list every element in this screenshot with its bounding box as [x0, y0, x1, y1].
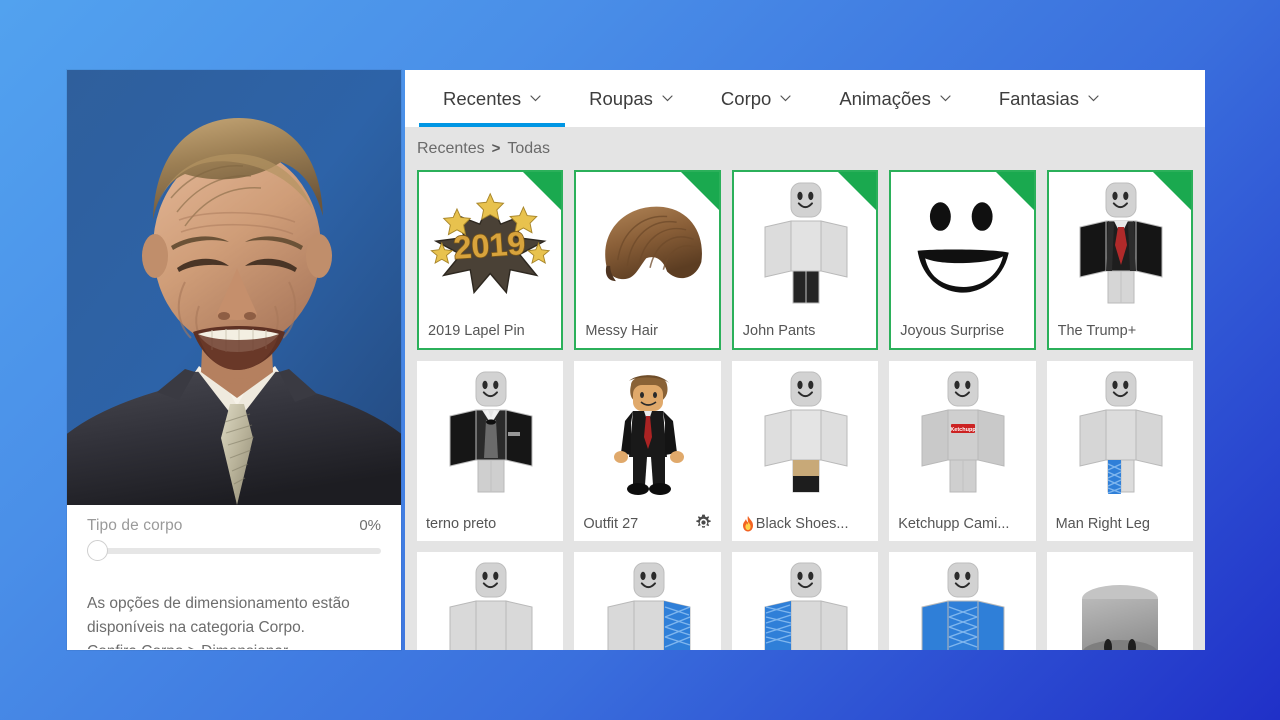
- scaling-note-line-1: As opções de dimensionamento estão: [87, 595, 350, 612]
- catalog-item-label: 2019 Lapel Pin: [428, 323, 525, 339]
- catalog-item-label: Ketchupp Cami...: [898, 516, 1010, 532]
- breadcrumb-root[interactable]: Recentes: [417, 140, 485, 158]
- tab-label: Corpo: [720, 87, 772, 109]
- catalog-item-label-row: Black Shoes...: [732, 507, 878, 541]
- equipped-corner-badge: [838, 172, 877, 210]
- breadcrumb: Recentes > Todas: [405, 127, 1205, 170]
- catalog-item-label-row: terno preto: [417, 507, 563, 541]
- blue-left-arm-thumbnail: [574, 552, 720, 650]
- catalog-item-label: Messy Hair: [585, 323, 658, 339]
- catalog-item-label-row: John Pants: [734, 314, 876, 348]
- breadcrumb-separator-icon: >: [491, 140, 501, 157]
- scaling-note: As opções de dimensionamento estão dispo…: [87, 592, 387, 649]
- svg-text:Ketchupp: Ketchupp: [951, 427, 977, 433]
- catalog-item-card[interactable]: John Pants: [731, 170, 879, 350]
- equipped-corner-badge: [523, 172, 562, 210]
- catalog-item-label: Man Right Leg: [1055, 516, 1150, 532]
- slider-thumb[interactable]: [87, 540, 108, 561]
- blue-torso-thumbnail: [889, 552, 1035, 650]
- tab-label: Fantasias: [998, 87, 1080, 109]
- catalog-item-label-row: 2019 Lapel Pin: [419, 314, 561, 348]
- category-tabbar: Recentes Roupas Corpo Animações Fantasias: [405, 70, 1205, 127]
- catalog-item-label: John Pants: [742, 323, 816, 339]
- catalog-item-label-row: Messy Hair: [576, 314, 718, 348]
- gear-icon[interactable]: [695, 514, 712, 535]
- ketchup-shirt-thumbnail: Ketchupp: [889, 361, 1035, 507]
- catalog-item-label-row: Joyous Surprise: [891, 314, 1033, 348]
- catalog-window: Recentes Roupas Corpo Animações Fantasias Re…: [405, 70, 1205, 650]
- blue-right-leg-thumbnail: [1047, 361, 1193, 507]
- plain-grey-torso-thumbnail: [417, 552, 563, 650]
- chevron-down-icon[interactable]: [1088, 95, 1099, 102]
- catalog-item-card[interactable]: 2019 2019 Lapel Pin: [417, 170, 564, 350]
- chevron-down-icon[interactable]: [662, 95, 673, 102]
- catalog-item-card[interactable]: terno preto: [417, 361, 564, 541]
- black-tuxedo-thumbnail: [417, 361, 563, 507]
- catalog-item-card[interactable]: Man Right Leg: [1046, 361, 1193, 541]
- breadcrumb-current[interactable]: Todas: [507, 140, 550, 158]
- tab-label: Roupas: [589, 87, 653, 109]
- catalog-item-label-row: Man Right Leg: [1047, 507, 1193, 541]
- slider-track[interactable]: [97, 548, 381, 554]
- svg-text:2019: 2019: [452, 225, 526, 266]
- chevron-down-icon[interactable]: [940, 95, 951, 102]
- catalog-item-label: Joyous Surprise: [900, 323, 1005, 339]
- scaling-note-line-2: disponíveis na categoria Corpo.: [87, 619, 305, 636]
- equipped-corner-badge: [680, 172, 719, 210]
- body-type-value: 0%: [359, 517, 381, 534]
- chevron-down-icon[interactable]: [780, 95, 791, 102]
- avatar-preview-panel: Tipo de corpo 0% As opções de dimensiona…: [67, 70, 401, 650]
- catalog-item-card[interactable]: Black Shoes...: [731, 361, 879, 541]
- body-type-row: Tipo de corpo 0%: [67, 507, 401, 535]
- catalog-item-card[interactable]: Ketchupp Ketchupp Cami...: [889, 361, 1036, 541]
- catalog-item-card[interactable]: [574, 552, 721, 650]
- catalog-item-card[interactable]: Messy Hair: [574, 170, 721, 350]
- tab-animacoes[interactable]: Animações: [815, 70, 975, 127]
- tan-pants-thumbnail: [732, 361, 878, 507]
- catalog-item-card[interactable]: Outfit 27: [574, 361, 721, 541]
- catalog-item-card[interactable]: [417, 552, 564, 650]
- catalog-item-label-row: Outfit 27: [574, 507, 720, 541]
- tab-corpo[interactable]: Corpo: [697, 70, 815, 127]
- catalog-item-card[interactable]: [889, 552, 1036, 650]
- catalog-item-card[interactable]: [1046, 552, 1193, 650]
- body-type-label: Tipo de corpo: [87, 517, 183, 534]
- chevron-down-icon[interactable]: [530, 95, 541, 102]
- catalog-item-label-row: Ketchupp Cami...: [889, 507, 1035, 541]
- equipped-corner-badge: [1152, 172, 1191, 210]
- avatar-photo: [67, 70, 401, 505]
- tab-fantasias[interactable]: Fantasias: [975, 70, 1123, 127]
- catalog-item-label-row: The Trump+: [1049, 314, 1191, 348]
- full-avatar-suit-thumbnail: [574, 361, 720, 507]
- fire-icon: [741, 515, 755, 533]
- item-grid: 2019 2019 Lapel Pin Messy Hair John Pant…: [405, 170, 1205, 650]
- grey-head-thumbnail: [1047, 552, 1193, 650]
- catalog-item-card[interactable]: Joyous Surprise: [889, 170, 1036, 350]
- catalog-item-label: The Trump+: [1057, 323, 1137, 339]
- tab-label: Recentes: [443, 87, 522, 109]
- equipped-corner-badge: [995, 172, 1034, 210]
- tab-roupas[interactable]: Roupas: [565, 70, 697, 127]
- tab-label: Animações: [839, 87, 931, 109]
- catalog-item-card[interactable]: [731, 552, 879, 650]
- catalog-item-card[interactable]: The Trump+: [1046, 170, 1193, 350]
- catalog-item-label: Outfit 27: [583, 516, 639, 532]
- body-type-slider[interactable]: [87, 540, 381, 562]
- catalog-item-label: terno preto: [426, 516, 497, 532]
- blue-right-arm-thumbnail: [732, 552, 878, 650]
- catalog-item-label: Black Shoes...: [755, 516, 849, 532]
- tab-recentes[interactable]: Recentes: [419, 70, 566, 127]
- scaling-note-line-3: Confira Corpo > Dimensionar.: [87, 640, 387, 649]
